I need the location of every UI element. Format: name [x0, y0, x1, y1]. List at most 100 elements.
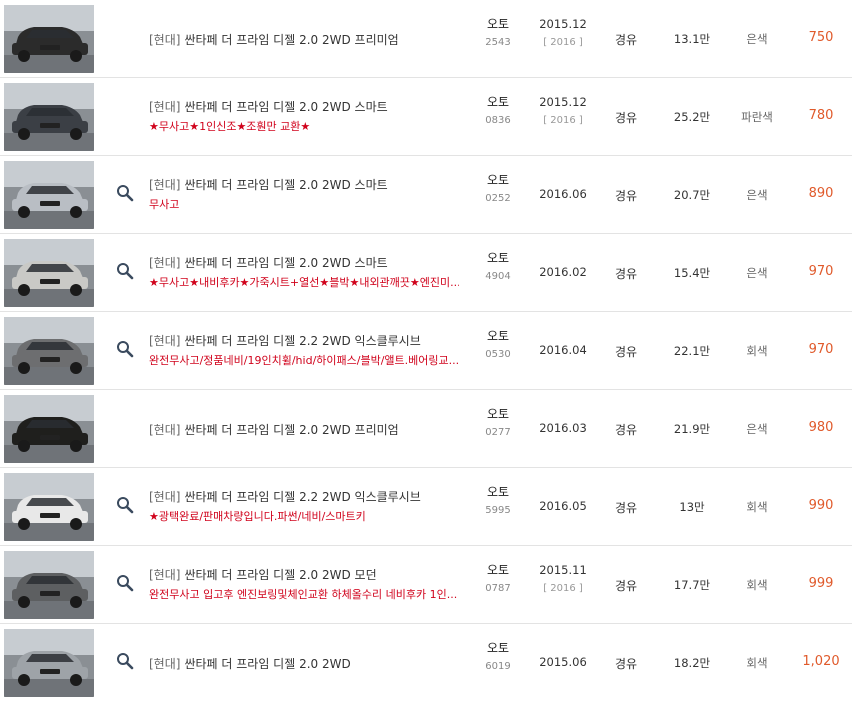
- registration-date: 2015.06: [539, 655, 587, 669]
- mileage: 13만: [679, 500, 705, 514]
- car-model-name: 싼타페 더 프라임 디젤 2.0 2WD 스마트: [184, 256, 388, 270]
- listing-row[interactable]: [현대] 싼타페 더 프라임 디젤 2.0 2WD 스마트 ★무사고★내비후카★가…: [0, 234, 852, 312]
- fuel-type: 경유: [614, 345, 638, 359]
- listing-row[interactable]: [현대] 싼타페 더 프라임 디젤 2.0 2WD 모던 완전무사고 입고후 엔진…: [0, 546, 852, 624]
- car-model-name: 싼타페 더 프라임 디젤 2.0 2WD 모던: [184, 568, 377, 582]
- car-thumbnail[interactable]: [4, 83, 94, 151]
- model-year: [ 2016 ]: [543, 37, 583, 48]
- car-code: 6019: [485, 661, 511, 672]
- price: 780: [808, 108, 834, 123]
- listing-row[interactable]: [현대] 싼타페 더 프라임 디젤 2.0 2WD 스마트 무사고 오토 0252…: [0, 156, 852, 234]
- fuel-type: 경유: [614, 501, 638, 515]
- listing-row[interactable]: [현대] 싼타페 더 프라임 디젤 2.2 2WD 익스클루시브 ★광택완료/판매…: [0, 468, 852, 546]
- car-maker: [현대]: [149, 178, 181, 192]
- car-code: 0836: [485, 115, 511, 126]
- fuel-type: 경유: [614, 579, 638, 593]
- car-maker: [현대]: [149, 100, 181, 114]
- car-color: 회색: [746, 344, 768, 358]
- price: 750: [808, 30, 834, 45]
- car-title[interactable]: [현대] 싼타페 더 프라임 디젤 2.2 2WD 익스클루시브: [149, 332, 421, 349]
- car-maker: [현대]: [149, 657, 181, 671]
- car-thumbnail[interactable]: [4, 161, 94, 229]
- mileage: 15.4만: [673, 266, 711, 280]
- car-title[interactable]: [현대] 싼타페 더 프라임 디젤 2.0 2WD 프리미엄: [149, 31, 399, 48]
- car-title[interactable]: [현대] 싼타페 더 프라임 디젤 2.0 2WD 스마트: [149, 176, 388, 193]
- car-code: 0277: [485, 427, 511, 438]
- transmission: 오토: [486, 563, 510, 577]
- car-code: 4904: [485, 271, 511, 282]
- magnifier-icon[interactable]: [116, 340, 134, 358]
- registration-date: 2016.03: [539, 421, 587, 435]
- car-maker: [현대]: [149, 423, 181, 437]
- transmission: 오토: [486, 641, 510, 655]
- car-model-name: 싼타페 더 프라임 디젤 2.2 2WD 익스클루시브: [184, 490, 421, 504]
- magnifier-icon[interactable]: [116, 262, 134, 280]
- car-code: 0530: [485, 349, 511, 360]
- fuel-type: 경유: [614, 423, 638, 437]
- car-code: 2543: [485, 37, 511, 48]
- mileage: 21.9만: [673, 422, 711, 436]
- car-model-name: 싼타페 더 프라임 디젤 2.2 2WD 익스클루시브: [184, 334, 421, 348]
- fuel-type: 경유: [614, 33, 638, 47]
- car-thumbnail[interactable]: [4, 239, 94, 307]
- magnifier-icon[interactable]: [116, 496, 134, 514]
- mileage: 25.2만: [673, 110, 711, 124]
- car-maker: [현대]: [149, 334, 181, 348]
- price: 970: [808, 342, 834, 357]
- car-maker: [현대]: [149, 490, 181, 504]
- car-title[interactable]: [현대] 싼타페 더 프라임 디젤 2.0 2WD: [149, 655, 351, 672]
- magnifier-icon[interactable]: [116, 574, 134, 592]
- magnifier-icon[interactable]: [116, 652, 134, 670]
- car-description: 완전무사고 입고후 엔진보링및체인교환 하체올수리 네비후카 1인...: [149, 588, 458, 601]
- mileage: 17.7만: [673, 578, 711, 592]
- car-color: 은색: [746, 188, 768, 202]
- car-color: 은색: [746, 422, 768, 436]
- car-maker: [현대]: [149, 33, 181, 47]
- fuel-type: 경유: [614, 111, 638, 125]
- car-thumbnail[interactable]: [4, 629, 94, 697]
- car-title[interactable]: [현대] 싼타페 더 프라임 디젤 2.0 2WD 모던: [149, 566, 377, 583]
- fuel-type: 경유: [614, 657, 638, 671]
- car-title[interactable]: [현대] 싼타페 더 프라임 디젤 2.0 2WD 프리미엄: [149, 421, 399, 438]
- car-color: 은색: [746, 266, 768, 280]
- price: 990: [808, 498, 834, 513]
- car-title[interactable]: [현대] 싼타페 더 프라임 디젤 2.0 2WD 스마트: [149, 254, 388, 271]
- fuel-type: 경유: [614, 267, 638, 281]
- registration-date: 2016.04: [539, 343, 587, 357]
- price: 980: [808, 420, 834, 435]
- model-year: [ 2016 ]: [543, 583, 583, 594]
- car-thumbnail[interactable]: [4, 5, 94, 73]
- magnifier-icon[interactable]: [116, 184, 134, 202]
- transmission: 오토: [486, 485, 510, 499]
- car-model-name: 싼타페 더 프라임 디젤 2.0 2WD 프리미엄: [184, 33, 399, 47]
- registration-date: 2016.05: [539, 499, 587, 513]
- car-thumbnail[interactable]: [4, 551, 94, 619]
- car-thumbnail[interactable]: [4, 395, 94, 463]
- car-code: 0252: [485, 193, 511, 204]
- car-thumbnail[interactable]: [4, 473, 94, 541]
- listing-row[interactable]: [현대] 싼타페 더 프라임 디젤 2.0 2WD 스마트 ★무사고★1인신조★조…: [0, 78, 852, 156]
- car-maker: [현대]: [149, 568, 181, 582]
- transmission: 오토: [486, 17, 510, 31]
- mileage: 13.1만: [673, 32, 711, 46]
- car-color: 은색: [746, 32, 768, 46]
- car-model-name: 싼타페 더 프라임 디젤 2.0 2WD: [184, 657, 351, 671]
- car-listing: [현대] 싼타페 더 프라임 디젤 2.0 2WD 프리미엄 오토 2543 20…: [0, 0, 852, 702]
- car-description: 무사고: [149, 198, 180, 211]
- price: 999: [808, 576, 834, 591]
- listing-row[interactable]: [현대] 싼타페 더 프라임 디젤 2.0 2WD 프리미엄 오토 0277 20…: [0, 390, 852, 468]
- car-model-name: 싼타페 더 프라임 디젤 2.0 2WD 스마트: [184, 100, 388, 114]
- listing-row[interactable]: [현대] 싼타페 더 프라임 디젤 2.0 2WD 프리미엄 오토 2543 20…: [0, 0, 852, 78]
- car-code: 5995: [485, 505, 511, 516]
- listing-row[interactable]: [현대] 싼타페 더 프라임 디젤 2.2 2WD 익스클루시브 완전무사고/정품…: [0, 312, 852, 390]
- car-description: ★무사고★1인신조★조훤만 교환★: [149, 120, 311, 133]
- car-color: 회색: [746, 656, 768, 670]
- transmission: 오토: [486, 407, 510, 421]
- car-title[interactable]: [현대] 싼타페 더 프라임 디젤 2.2 2WD 익스클루시브: [149, 488, 421, 505]
- car-title[interactable]: [현대] 싼타페 더 프라임 디젤 2.0 2WD 스마트: [149, 98, 388, 115]
- car-thumbnail[interactable]: [4, 317, 94, 385]
- registration-date: 2016.06: [539, 187, 587, 201]
- price: 970: [808, 264, 834, 279]
- registration-date: 2015.11: [539, 563, 587, 577]
- listing-row[interactable]: [현대] 싼타페 더 프라임 디젤 2.0 2WD 오토 6019 2015.06…: [0, 624, 852, 702]
